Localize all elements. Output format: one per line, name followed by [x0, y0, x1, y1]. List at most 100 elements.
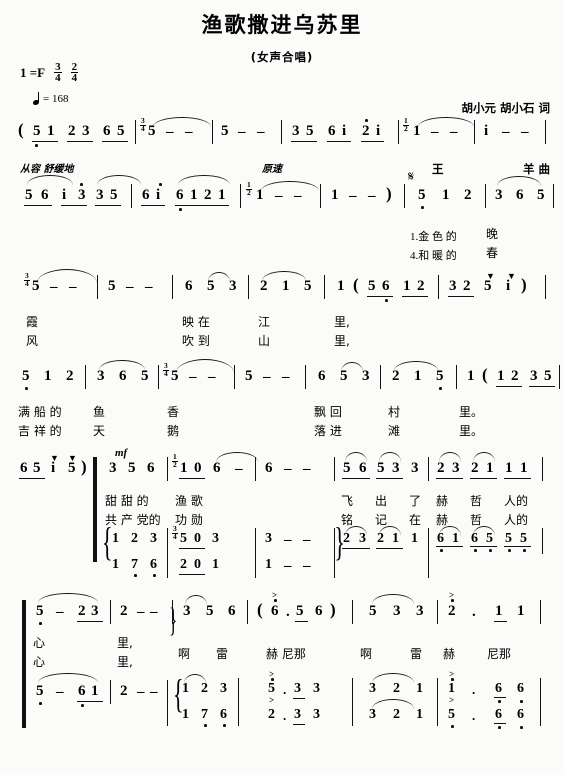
note: 6: [20, 460, 28, 476]
barline: [281, 120, 283, 144]
note: 1: [91, 683, 99, 699]
octave-dot-low: [498, 700, 501, 703]
beam: [504, 478, 531, 480]
note: 1: [497, 368, 505, 384]
page-title: 渔歌撒进乌苏里: [201, 13, 363, 37]
duration-dash: –: [126, 279, 134, 295]
note: 3: [452, 460, 460, 476]
note: 2: [392, 368, 400, 384]
note: 3: [416, 603, 424, 619]
beam: [77, 621, 103, 623]
music-system-6-upper: 5 – 2 3 2 – – { 3 5 6 ( 6 > . 5 6 ) 5 3 …: [0, 590, 564, 700]
note: 6: [517, 681, 524, 696]
note: 6: [265, 460, 273, 476]
barline: [172, 600, 174, 624]
lyric-word: 心: [33, 636, 46, 650]
open-paren: (: [18, 120, 24, 139]
note: 3: [96, 187, 104, 203]
note: 5: [180, 531, 187, 546]
close-paren: ): [81, 457, 87, 476]
note: 5: [418, 187, 426, 203]
lyric-word: 落 进: [314, 424, 342, 438]
barline: [398, 120, 400, 144]
note: 6: [495, 707, 502, 722]
barline: [553, 184, 555, 208]
duration-dash: –: [150, 604, 158, 620]
dotted-duration: .: [472, 708, 476, 723]
note: 1: [520, 460, 528, 476]
lyric-word: 出: [375, 494, 388, 508]
note: 1: [190, 187, 198, 203]
music-system-1: ( 5 1 2 3 6 5 34 5 – – 5 – – 3 5 6 i 2 i: [0, 116, 564, 154]
slur: [261, 181, 319, 191]
note: 6: [359, 460, 367, 476]
dotted-duration: .: [283, 682, 287, 697]
note: i: [62, 187, 67, 203]
note: i: [156, 187, 161, 203]
lyric-word: 渔 歌: [175, 494, 203, 508]
slur: [38, 673, 98, 683]
beam: [504, 546, 531, 548]
beam: [496, 386, 522, 388]
accent-mark: >: [449, 669, 455, 679]
note: 5: [520, 531, 527, 546]
note: 3: [220, 681, 227, 696]
lyric-word: 里。: [459, 405, 484, 419]
lyric-word: 山: [258, 334, 271, 348]
note: 6: [495, 681, 502, 696]
music-system-4: 5 1 2 3 6 5 34 5 – – 5 – – 6 5 3 2 1 5 1…: [0, 359, 564, 403]
octave-dot-high: [365, 119, 368, 122]
note: 1: [442, 187, 450, 203]
note: 7: [131, 557, 138, 572]
expression-congrong: 从容 舒缓地: [20, 164, 74, 175]
note: 2: [417, 278, 425, 294]
slur: [38, 593, 98, 603]
beam: [342, 478, 370, 480]
note: 5: [369, 603, 377, 619]
lyric-word: 啊: [178, 647, 191, 661]
close-paren: ): [386, 184, 392, 203]
octave-dot-low: [153, 574, 156, 577]
slur: [178, 175, 230, 185]
beam: [494, 621, 507, 623]
note: 2: [201, 681, 208, 696]
note: 3: [393, 603, 401, 619]
duration-dash: –: [145, 279, 153, 295]
lyric-word: 春: [486, 246, 499, 260]
lyric-word: 天: [93, 424, 106, 438]
note: 5: [68, 460, 76, 476]
dotted-duration: .: [472, 604, 476, 620]
staccato-mark: ▼: [486, 271, 495, 281]
note: 1: [180, 460, 188, 476]
time-signature-change: 12: [172, 452, 178, 469]
note: 1: [337, 278, 345, 294]
music-system-7-lower: 5 – 6 1 2 – – { 1 2 3 1 7 6 5 > . 3 3 2 …: [0, 669, 564, 738]
time-signature-change: 34: [140, 116, 146, 133]
note: 3: [313, 681, 320, 696]
duration-dash: –: [450, 124, 458, 140]
barline: [240, 184, 242, 208]
barline: [255, 457, 257, 481]
slur: [418, 117, 474, 127]
note: 5: [36, 603, 44, 619]
barline: [212, 120, 214, 144]
staccato-mark: ▼: [507, 271, 516, 281]
note: 2: [471, 460, 479, 476]
note: 3: [392, 460, 400, 476]
note: 2: [120, 603, 128, 619]
note: 3: [91, 603, 99, 619]
note: 5: [33, 123, 41, 139]
note: 5: [25, 187, 33, 203]
note: 0: [194, 531, 201, 546]
note: 1: [112, 531, 119, 546]
duration-dash: –: [502, 124, 510, 140]
duration-dash: –: [257, 124, 265, 140]
beam: [448, 296, 474, 298]
barline: [474, 120, 476, 144]
barline: [324, 275, 326, 299]
lyric-word: 里。: [459, 424, 484, 438]
note: 1: [416, 681, 423, 696]
note: 5: [128, 460, 136, 476]
note: 2: [180, 557, 187, 572]
note: 6: [228, 603, 236, 619]
